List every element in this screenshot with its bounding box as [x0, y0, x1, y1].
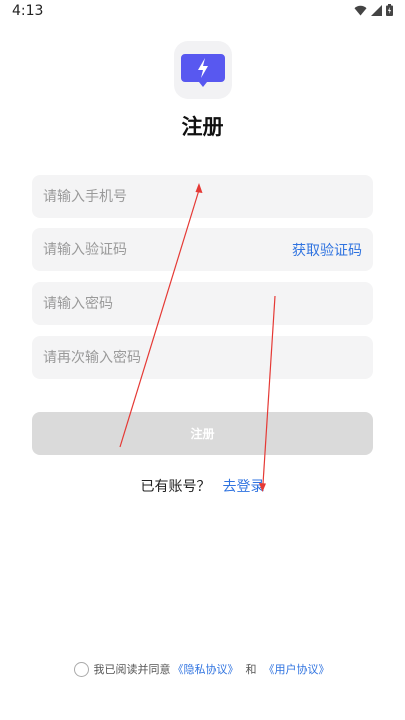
confirm-password-input[interactable]: [43, 336, 273, 379]
lightning-bubble-icon: [181, 54, 225, 87]
get-code-button[interactable]: 获取验证码: [292, 240, 362, 260]
phone-input[interactable]: [43, 175, 273, 218]
agreement-text: 我已阅读并同意: [93, 663, 171, 676]
register-button[interactable]: 注册: [32, 412, 373, 455]
privacy-policy-link[interactable]: 《隐私协议》: [173, 661, 239, 677]
agreement-and: 和: [245, 663, 257, 676]
login-prompt: 已有账号？: [140, 479, 211, 495]
phone-field: [32, 175, 373, 218]
code-input[interactable]: [43, 228, 273, 271]
confirm-password-field: [32, 336, 373, 379]
go-login-link[interactable]: 去登录: [223, 479, 265, 495]
status-bar: 4:13: [0, 0, 405, 24]
password-input[interactable]: [43, 282, 273, 325]
page-title: 注册: [181, 115, 224, 139]
status-icons: [354, 4, 393, 16]
status-time: 4:13: [12, 3, 44, 19]
app-logo: [174, 41, 232, 99]
login-row: 已有账号？ 去登录: [0, 476, 405, 496]
battery-icon: [386, 4, 393, 16]
user-agreement-link[interactable]: 《用户协议》: [264, 661, 330, 677]
wifi-icon: [354, 5, 367, 15]
agreement-row: 我已阅读并同意 《隐私协议》 和 《用户协议》: [0, 661, 405, 677]
signal-icon: [371, 4, 382, 16]
password-field: [32, 282, 373, 325]
code-field: 获取验证码: [32, 228, 373, 271]
agree-checkbox[interactable]: [73, 661, 89, 677]
